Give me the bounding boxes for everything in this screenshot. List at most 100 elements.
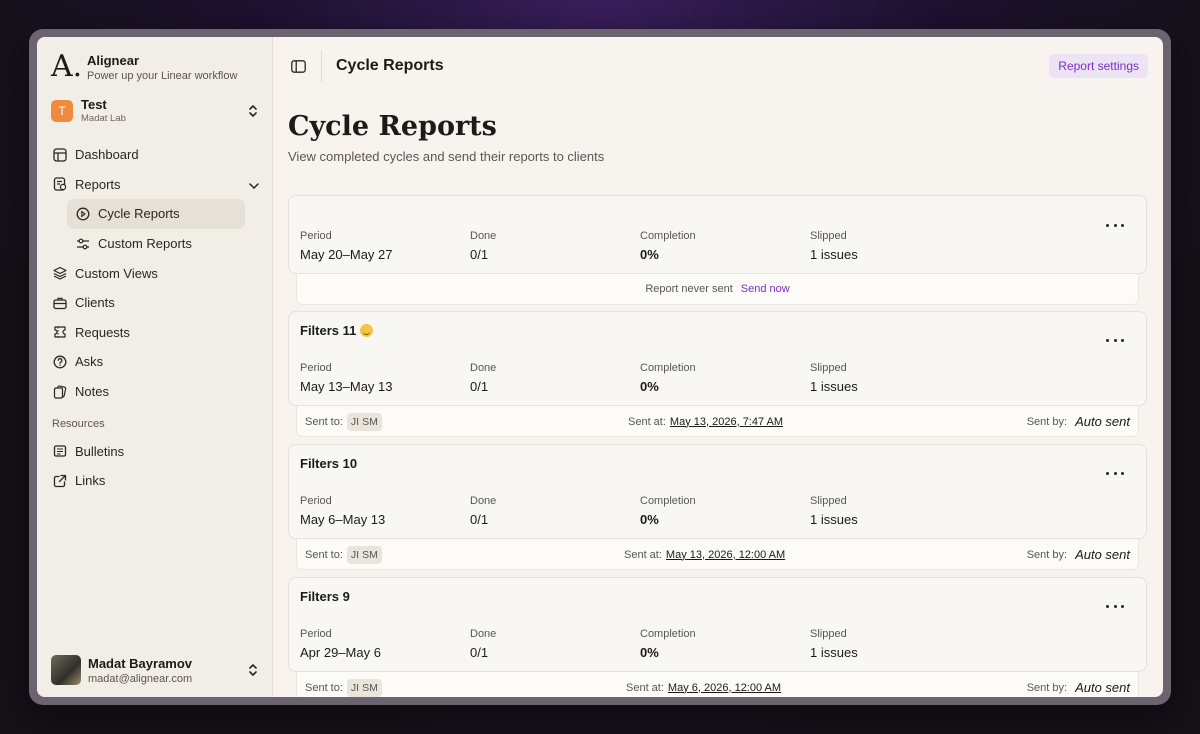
- sent-by-label: Sent by:: [1026, 681, 1068, 694]
- app-window: A. Alignear Power up your Linear workflo…: [37, 37, 1163, 697]
- sidebar-item-bulletins[interactable]: Bulletins: [45, 436, 265, 466]
- sidebar-item-label: Requests: [75, 324, 130, 340]
- chevron-down-icon[interactable]: [249, 177, 259, 192]
- sent-to-label: Sent to:: [305, 548, 343, 561]
- cycle-title: Filters 9: [300, 589, 350, 604]
- slipped-value: 1 issues: [810, 512, 858, 527]
- completion-label: Completion: [640, 495, 696, 507]
- done-value: 0/1: [470, 512, 489, 527]
- cycle-summary[interactable]: Period May 20–May 27 Done 0/1 Completion 0%…: [288, 195, 1147, 274]
- layers-icon: [52, 265, 68, 281]
- page-subtitle: View completed cycles and send their rep…: [288, 149, 605, 164]
- slipped-label: Slipped: [810, 362, 847, 374]
- workspace-name: Test: [81, 97, 107, 112]
- report-status-text: Report never sent: [645, 283, 733, 295]
- done-value: 0/1: [470, 379, 489, 394]
- user-menu[interactable]: Madat Bayramov madat@alignear.com: [51, 655, 259, 685]
- sidebar-item-reports[interactable]: Reports: [45, 170, 265, 200]
- sidebar-item-label: Reports: [75, 176, 121, 192]
- recipients-chip[interactable]: JI SM: [346, 678, 382, 697]
- done-label: Done: [470, 230, 497, 242]
- cycle-card: Filters 10 Period May 6–May 13 Done 0/1 Co…: [288, 444, 1147, 570]
- sidebar-item-asks[interactable]: Asks: [45, 347, 265, 377]
- slipped-label: Slipped: [810, 230, 847, 242]
- period-label: Period: [300, 362, 332, 374]
- done-label: Done: [470, 628, 497, 640]
- ticket-icon: [52, 324, 68, 340]
- user-name: Madat Bayramov: [88, 655, 193, 671]
- done-label: Done: [470, 362, 497, 374]
- period-value: May 13–May 13: [300, 379, 393, 394]
- completion-value: 0%: [640, 512, 659, 527]
- divider: [321, 50, 322, 82]
- completion-value: 0%: [640, 379, 659, 394]
- report-sent-bar: Sent to: JI SM Sent at: May 13, 2026, 7:47…: [296, 406, 1139, 437]
- report-settings-button[interactable]: Report settings: [1049, 54, 1148, 78]
- sidebar-item-custom-reports[interactable]: Custom Reports: [67, 229, 245, 259]
- period-label: Period: [300, 495, 332, 507]
- sent-to-label: Sent to:: [305, 681, 343, 694]
- top-bar-title: Cycle Reports: [336, 57, 444, 74]
- page-title: Cycle Reports: [288, 111, 497, 142]
- recipient-initials: SM: [362, 681, 378, 694]
- more-options-icon[interactable]: [1106, 220, 1124, 230]
- dashboard-icon: [52, 147, 68, 163]
- slipped-label: Slipped: [810, 628, 847, 640]
- sidebar-toggle-icon[interactable]: [289, 57, 307, 75]
- completion-label: Completion: [640, 628, 696, 640]
- main-content: Cycle Reports Report settings Cycle Repo…: [273, 37, 1163, 697]
- workspace-org: Madat Lab: [81, 113, 126, 124]
- sent-at-link[interactable]: May 13, 2026, 12:00 AM: [666, 549, 785, 561]
- sent-by-value: Auto sent: [1075, 414, 1130, 429]
- slipped-label: Slipped: [810, 495, 847, 507]
- sidebar-item-custom-views[interactable]: Custom Views: [45, 258, 265, 288]
- recipients-chip[interactable]: JI SM: [346, 412, 382, 431]
- brand[interactable]: A. Alignear Power up your Linear workflo…: [51, 51, 237, 83]
- sent-by-value: Auto sent: [1075, 547, 1130, 562]
- sidebar-item-links[interactable]: Links: [45, 466, 265, 496]
- chevron-up-down-icon: [247, 663, 259, 677]
- sidebar-item-label: Custom Reports: [98, 236, 192, 252]
- sent-at-link[interactable]: May 13, 2026, 7:47 AM: [670, 416, 783, 428]
- sent-by-value: Auto sent: [1075, 680, 1130, 695]
- sidebar-item-requests[interactable]: Requests: [45, 318, 265, 348]
- recipient-initials: SM: [362, 415, 378, 428]
- workspace-avatar: T: [51, 99, 73, 122]
- more-options-icon[interactable]: [1106, 335, 1124, 345]
- period-label: Period: [300, 230, 332, 242]
- recipients-chip[interactable]: JI SM: [346, 545, 382, 564]
- sent-to-label: Sent to:: [305, 415, 343, 428]
- period-value: May 6–May 13: [300, 512, 386, 527]
- sidebar-item-cycle-reports[interactable]: Cycle Reports: [67, 199, 245, 229]
- more-options-icon[interactable]: [1106, 468, 1124, 478]
- workspace-switcher[interactable]: T Test Madat Lab: [51, 97, 259, 124]
- chevron-up-down-icon: [247, 104, 259, 118]
- app-frame: A. Alignear Power up your Linear workflo…: [29, 29, 1171, 705]
- sent-at-label: Sent at:: [626, 681, 664, 694]
- external-link-icon: [52, 473, 68, 489]
- sidebar-item-notes[interactable]: Notes: [45, 377, 265, 407]
- sent-at-link[interactable]: May 6, 2026, 12:00 AM: [668, 682, 781, 694]
- brand-name: Alignear: [87, 52, 140, 68]
- sidebar-item-label: Asks: [75, 354, 104, 370]
- sidebar-item-label: Dashboard: [75, 147, 139, 163]
- report-sent-bar: Sent to: JI SM Sent at: May 13, 2026, 12:0…: [296, 539, 1139, 570]
- more-options-icon[interactable]: [1106, 601, 1124, 611]
- cycle-summary[interactable]: Filters 10 Period May 6–May 13 Done 0/1 Co…: [288, 444, 1147, 539]
- sidebar-nav: Dashboard Reports Cycle Reports Custom R…: [45, 140, 265, 496]
- briefcase-icon: [52, 295, 68, 311]
- report-status-bar: Report never sent Send now: [296, 274, 1139, 305]
- reports-icon: [52, 176, 68, 192]
- sliders-icon: [75, 236, 91, 252]
- cycle-summary[interactable]: Filters 11 Period May 13–May 13 Done 0/1 C…: [288, 311, 1147, 406]
- sidebar-item-dashboard[interactable]: Dashboard: [45, 140, 265, 170]
- period-value: May 20–May 27: [300, 247, 393, 262]
- cycle-summary[interactable]: Filters 9 Period Apr 29–May 6 Done 0/1 Com…: [288, 577, 1147, 672]
- send-now-link[interactable]: Send now: [741, 283, 790, 295]
- cycle-card: Filters 11 Period May 13–May 13 Done 0/1 C…: [288, 311, 1147, 437]
- sidebar-item-clients[interactable]: Clients: [45, 288, 265, 318]
- period-label: Period: [300, 628, 332, 640]
- sent-by-label: Sent by:: [1026, 548, 1068, 561]
- brand-tagline: Power up your Linear workflow: [87, 69, 238, 82]
- sidebar: A. Alignear Power up your Linear workflo…: [37, 37, 273, 697]
